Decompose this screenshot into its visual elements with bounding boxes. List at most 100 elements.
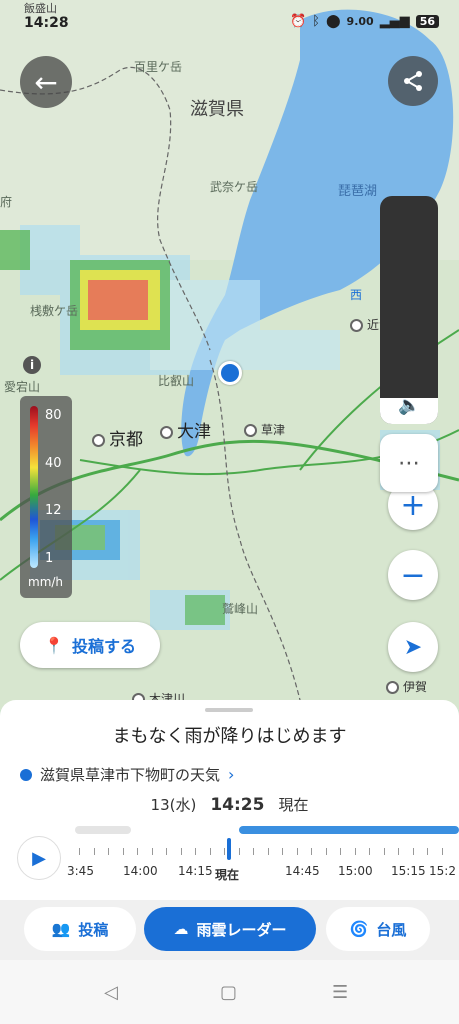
timeline-tick (253, 848, 254, 855)
status-bar: 飯盛山 14:28 ⏰ ᛒ ⬤ 9.00 ▂▄▆ 56 (0, 0, 459, 36)
map-label-iga: 伊賀 (386, 678, 427, 695)
map-label-bunagatake: 武奈ケ岳 (210, 180, 259, 194)
timeline-label: 14:15 (178, 864, 213, 878)
map-label-atagoyama: 愛宕山 (4, 380, 41, 394)
legend-color-bar (30, 406, 38, 568)
navigation-arrow-icon: ➤ (403, 634, 423, 660)
rain-cloud-icon: ☁ (173, 920, 189, 938)
timeline-tick (79, 848, 80, 855)
timeline-tick (354, 848, 356, 855)
forecast-sheet[interactable]: まもなく雨が降りはじめます 滋賀県草津市下物町の天気 › 13(水) 14:25 現… (0, 700, 459, 900)
locate-me-button[interactable]: ➤ (388, 622, 438, 672)
signal-icon: ▂▄▆ (379, 14, 410, 29)
map-label-lake: 琵琶湖 (338, 184, 378, 199)
timeline-tick (369, 848, 370, 855)
alarm-icon: ⏰ (289, 14, 307, 29)
share-icon (404, 71, 422, 91)
play-button[interactable]: ▶ (17, 836, 61, 880)
timeline-future-bar (239, 826, 459, 834)
arrow-left-icon: ← (34, 65, 58, 99)
rain-headline: まもなく雨が降りはじめます (112, 726, 347, 747)
typhoon-icon: 🌀 (349, 920, 369, 938)
post-button-label: 投稿する (71, 637, 136, 656)
people-icon: 👥 (51, 920, 71, 938)
sheet-handle[interactable] (205, 708, 253, 712)
tab-post-label: 投稿 (78, 920, 109, 939)
timeline-tick (195, 848, 196, 855)
map-label-prefecture: 滋賀県 (190, 99, 244, 120)
map-label-hyakurigatake: 百里ケ岳 (134, 60, 183, 74)
tab-typhoon[interactable]: 🌀 台風 (326, 907, 430, 951)
legend-value: 40 (45, 456, 62, 471)
date-label: 13(水) (150, 796, 197, 814)
timeline-tick (137, 848, 138, 855)
legend-value: 1 (45, 551, 54, 566)
status-icons: ⏰ ᛒ ⬤ 9.00 ▂▄▆ 56 (290, 14, 439, 29)
timeline-tick (166, 848, 167, 855)
timeline-tick (224, 848, 225, 855)
legend-unit: mm/h (28, 575, 64, 589)
timeline-tick (412, 848, 414, 855)
now-label: 現在 (278, 796, 309, 814)
tab-rain-radar[interactable]: ☁ 雨雲レーダー (144, 907, 316, 951)
timeline-tick (209, 848, 211, 855)
map-label-washimineyama: 鷲峰山 (222, 602, 259, 616)
location-dot-icon (20, 768, 32, 781)
map-label-otsu: 大津 (160, 417, 211, 442)
info-icon[interactable]: i (23, 356, 41, 374)
timeline-tick (296, 848, 298, 855)
plus-icon: + (400, 487, 426, 523)
timeline-tick (180, 848, 182, 855)
map-label-hieizan: 比叡山 (158, 374, 195, 388)
timeline-label: 3:45 (67, 864, 94, 878)
timeline-label: 15:2 (429, 864, 456, 878)
post-pin-icon: 📍 (44, 635, 64, 655)
timeline-tick (267, 848, 269, 855)
timeline-tick (383, 848, 385, 855)
zoom-out-button[interactable]: − (388, 550, 438, 600)
system-nav-bar: ◁ ▢ ☰ (0, 960, 459, 1024)
timeline-tick (108, 848, 109, 855)
legend-value: 80 (45, 408, 62, 423)
home-nav-icon[interactable]: ▢ (220, 982, 237, 1003)
volume-slider[interactable]: 🔈 (380, 196, 438, 424)
timeline-tick (311, 848, 312, 855)
map-label-kusatsu: 草津 (244, 421, 285, 438)
more-options-button[interactable]: ⋯ (380, 434, 438, 492)
legend-value: 12 (45, 503, 62, 518)
timeline-slider[interactable]: 3:45 14:00 14:15 現在 14:45 15:00 15:15 15… (67, 824, 459, 884)
recents-nav-icon[interactable]: ☰ (332, 982, 348, 1003)
minus-icon: − (400, 557, 426, 593)
share-button[interactable] (388, 56, 438, 106)
network-speed: 9.00 (346, 15, 374, 28)
timeline-tick (282, 848, 283, 855)
current-location-marker (218, 361, 242, 385)
map-label-nishi: 西 (350, 288, 363, 302)
timeline-now-label: 現在 (215, 868, 240, 882)
battery-level: 56 (415, 15, 439, 28)
map-label-fu: 府 (0, 195, 13, 209)
rainfall-legend: 80 40 12 1 mm/h (20, 396, 72, 598)
location-pin-icon: ⬤ (325, 14, 341, 29)
status-time: 14:28 (24, 15, 69, 31)
timeline-tick (93, 848, 95, 855)
play-icon: ▶ (32, 847, 46, 869)
location-link[interactable]: 滋賀県草津市下物町の天気 › (20, 764, 234, 785)
timeline-label: 15:00 (338, 864, 373, 878)
tab-typhoon-label: 台風 (376, 920, 407, 939)
timeline-current-marker[interactable] (227, 838, 231, 860)
post-button[interactable]: 📍 投稿する (20, 622, 160, 668)
time-info: 13(水) 14:25 現在 (0, 794, 459, 815)
status-place: 飯盛山 (24, 2, 57, 15)
timeline-tick (151, 848, 153, 855)
timeline-past-bar (75, 826, 131, 834)
timeline-tick (398, 848, 399, 855)
timeline-tick (325, 848, 327, 855)
back-button[interactable]: ← (20, 56, 72, 108)
timeline-tick (122, 848, 124, 855)
timeline-tick (238, 848, 240, 855)
time-label: 14:25 (210, 795, 265, 815)
tab-post[interactable]: 👥 投稿 (24, 907, 136, 951)
bottom-tab-bar: 👥 投稿 ☁ 雨雲レーダー 🌀 台風 (0, 900, 459, 960)
back-nav-icon[interactable]: ◁ (104, 982, 118, 1003)
